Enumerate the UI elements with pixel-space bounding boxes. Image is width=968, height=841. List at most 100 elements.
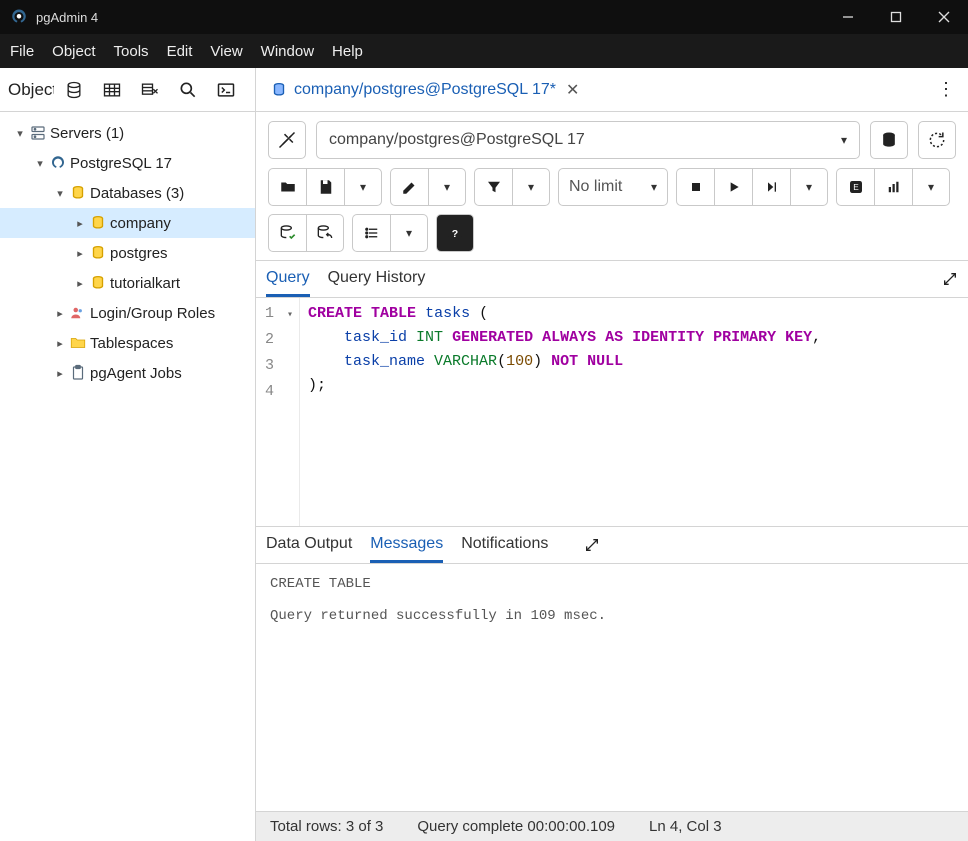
tree-servers[interactable]: ▾ Servers (1) bbox=[0, 118, 255, 148]
chevron-right-icon[interactable]: ▸ bbox=[72, 277, 88, 290]
tok: tasks bbox=[425, 305, 470, 322]
window-minimize-button[interactable] bbox=[824, 0, 872, 34]
tree-login-roles[interactable]: ▸ Login/Group Roles bbox=[0, 298, 255, 328]
menu-window[interactable]: Window bbox=[261, 43, 314, 60]
view-data-icon[interactable] bbox=[94, 74, 130, 106]
save-file-button[interactable] bbox=[306, 168, 344, 206]
chevron-down-icon: ▾ bbox=[406, 226, 412, 240]
execute-button[interactable] bbox=[714, 168, 752, 206]
tree-tablespaces[interactable]: ▸ Tablespaces bbox=[0, 328, 255, 358]
connection-select[interactable]: company/postgres@PostgreSQL 17 ▾ bbox=[316, 121, 860, 159]
row-limit-label: No limit bbox=[569, 178, 622, 196]
db-undo-icon bbox=[315, 223, 335, 243]
tree-pgagent-jobs[interactable]: ▸ pgAgent Jobs bbox=[0, 358, 255, 388]
query-subtabs: Query Query History bbox=[256, 260, 968, 298]
tree-label: Servers (1) bbox=[48, 125, 124, 142]
stop-button[interactable] bbox=[676, 168, 714, 206]
row-limit-select[interactable]: No limit ▾ bbox=[558, 168, 668, 206]
reset-layout-button[interactable] bbox=[918, 121, 956, 159]
macros-button[interactable] bbox=[352, 214, 390, 252]
tab-messages[interactable]: Messages bbox=[370, 527, 443, 563]
chevron-right-icon[interactable]: ▸ bbox=[72, 217, 88, 230]
menu-object[interactable]: Object bbox=[52, 43, 95, 60]
tok: CREATE bbox=[308, 305, 362, 322]
tab-overflow-button[interactable]: ⋮ bbox=[932, 79, 960, 100]
tab-query-history[interactable]: Query History bbox=[328, 261, 426, 297]
close-tab-button[interactable]: ✕ bbox=[562, 80, 583, 100]
db-check-icon bbox=[278, 223, 298, 243]
chevron-right-icon[interactable]: ▸ bbox=[72, 247, 88, 260]
line-number: 3 bbox=[265, 357, 274, 374]
sql-editor[interactable]: 1 ▾ 2 ▾ 3 ▾ 4 ▾ CREATE TABLE tasks ( tas… bbox=[256, 298, 968, 526]
menu-bar: File Object Tools Edit View Window Help bbox=[0, 34, 968, 68]
tree-label: Databases (3) bbox=[88, 185, 184, 202]
menu-help[interactable]: Help bbox=[332, 43, 363, 60]
chevron-right-icon[interactable]: ▸ bbox=[52, 367, 68, 380]
execute-options-button[interactable] bbox=[752, 168, 790, 206]
tab-notifications[interactable]: Notifications bbox=[461, 527, 548, 563]
search-icon[interactable] bbox=[170, 74, 206, 106]
connection-status-button[interactable] bbox=[268, 121, 306, 159]
rollback-button[interactable] bbox=[306, 214, 344, 252]
chevron-right-icon[interactable]: ▸ bbox=[52, 307, 68, 320]
fold-icon[interactable]: ▾ bbox=[283, 304, 293, 328]
chevron-right-icon[interactable]: ▸ bbox=[52, 337, 68, 350]
tree-databases[interactable]: ▾ Databases (3) bbox=[0, 178, 255, 208]
execute-dropdown[interactable]: ▾ bbox=[790, 168, 828, 206]
explain-dropdown[interactable]: ▾ bbox=[912, 168, 950, 206]
tree-server[interactable]: ▾ PostgreSQL 17 bbox=[0, 148, 255, 178]
window-maximize-button[interactable] bbox=[872, 0, 920, 34]
chevron-down-icon[interactable]: ▾ bbox=[52, 187, 68, 200]
new-connection-button[interactable] bbox=[870, 121, 908, 159]
tree-db-company[interactable]: ▸ company bbox=[0, 208, 255, 238]
edit-button[interactable] bbox=[390, 168, 428, 206]
tree-db-tutorialkart[interactable]: ▸ tutorialkart bbox=[0, 268, 255, 298]
object-tree[interactable]: ▾ Servers (1) ▾ PostgreSQL 17 ▾ Database… bbox=[0, 112, 255, 841]
menu-file[interactable]: File bbox=[10, 43, 34, 60]
commit-button[interactable] bbox=[268, 214, 306, 252]
window-title: pgAdmin 4 bbox=[36, 10, 98, 25]
status-rows: Total rows: 3 of 3 bbox=[270, 818, 383, 835]
msg-line: CREATE TABLE bbox=[270, 576, 371, 592]
properties-icon[interactable] bbox=[56, 74, 92, 106]
chevron-down-icon: ▾ bbox=[528, 180, 534, 194]
psql-tool-icon[interactable] bbox=[208, 74, 244, 106]
tree-label: postgres bbox=[108, 245, 168, 262]
tree-db-postgres[interactable]: ▸ postgres bbox=[0, 238, 255, 268]
folder-icon bbox=[68, 334, 88, 352]
menu-edit[interactable]: Edit bbox=[167, 43, 193, 60]
clipboard-icon bbox=[68, 364, 88, 382]
messages-output[interactable]: CREATE TABLE Query returned successfully… bbox=[256, 564, 968, 811]
database-icon bbox=[88, 274, 108, 292]
menu-view[interactable]: View bbox=[210, 43, 242, 60]
object-explorer-title: Object bbox=[4, 80, 54, 100]
chevron-down-icon[interactable]: ▾ bbox=[12, 127, 28, 140]
explain-analyze-button[interactable] bbox=[874, 168, 912, 206]
status-complete: Query complete 00:00:00.109 bbox=[417, 818, 615, 835]
help-icon: ? bbox=[446, 224, 464, 242]
tree-label: tutorialkart bbox=[108, 275, 180, 292]
line-number: 4 bbox=[265, 383, 274, 400]
tok: ( bbox=[479, 305, 488, 322]
edit-dropdown[interactable]: ▾ bbox=[428, 168, 466, 206]
code-area[interactable]: CREATE TABLE tasks ( task_id INT GENERAT… bbox=[300, 298, 968, 526]
connection-row: company/postgres@PostgreSQL 17 ▾ bbox=[256, 112, 968, 168]
menu-tools[interactable]: Tools bbox=[114, 43, 149, 60]
query-tool-tab[interactable]: company/postgres@PostgreSQL 17* ✕ bbox=[264, 76, 589, 104]
expand-output-button[interactable] bbox=[584, 527, 600, 563]
tok: ); bbox=[308, 377, 326, 394]
explain-button[interactable]: E bbox=[836, 168, 874, 206]
filter-button[interactable] bbox=[474, 168, 512, 206]
chevron-down-icon[interactable]: ▾ bbox=[32, 157, 48, 170]
filter-dropdown[interactable]: ▾ bbox=[512, 168, 550, 206]
filtered-rows-icon[interactable] bbox=[132, 74, 168, 106]
tab-query[interactable]: Query bbox=[266, 261, 310, 297]
window-close-button[interactable] bbox=[920, 0, 968, 34]
tab-data-output[interactable]: Data Output bbox=[266, 527, 352, 563]
expand-editor-button[interactable] bbox=[942, 261, 958, 297]
macros-dropdown[interactable]: ▾ bbox=[390, 214, 428, 252]
database-icon bbox=[270, 81, 288, 99]
save-file-dropdown[interactable]: ▾ bbox=[344, 168, 382, 206]
help-button[interactable]: ? bbox=[436, 214, 474, 252]
open-file-button[interactable] bbox=[268, 168, 306, 206]
